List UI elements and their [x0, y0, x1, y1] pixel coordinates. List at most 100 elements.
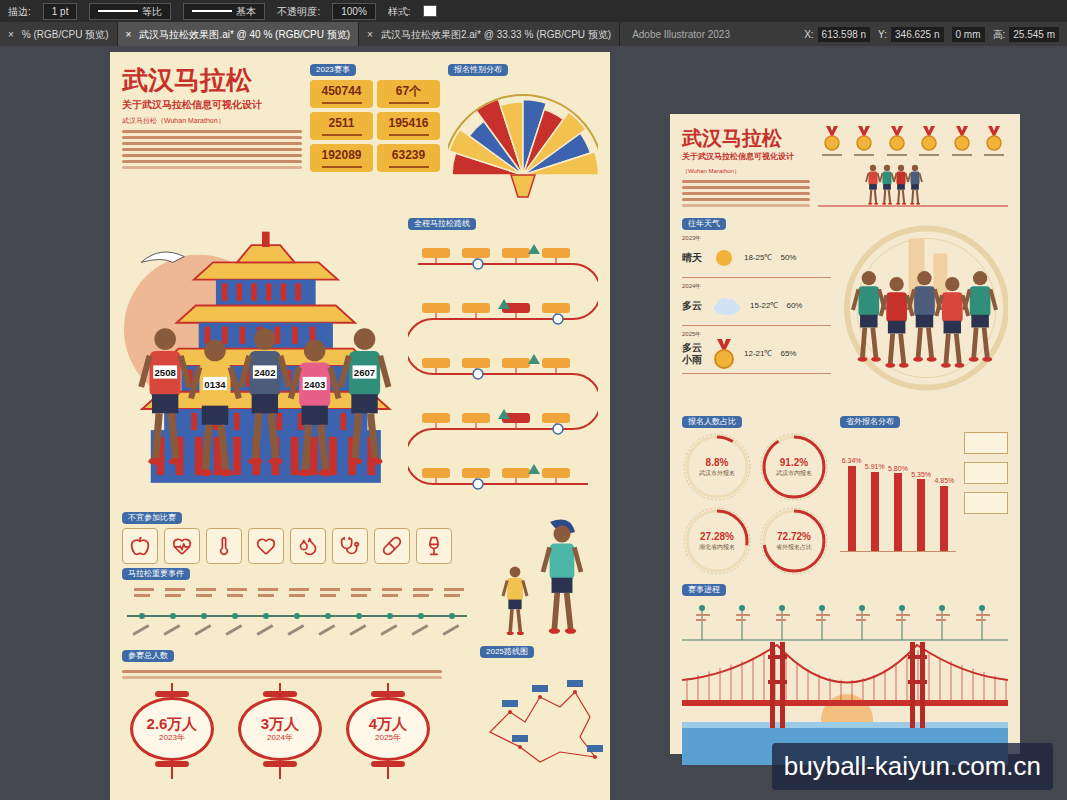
- profile-select[interactable]: 等比: [89, 3, 171, 20]
- medal-icon: [920, 126, 938, 152]
- paragraph-lines: [122, 130, 302, 169]
- condition-card: [164, 528, 200, 564]
- svg-text:2402: 2402: [254, 367, 275, 378]
- control-bar: 描边:1 pt等比基本不透明度:100%样式:: [0, 0, 1067, 22]
- apple-icon: [130, 536, 150, 556]
- total-heading: 参赛总人数: [122, 650, 174, 662]
- style-label: 样式:: [388, 4, 411, 19]
- weather-humidity: 65%: [780, 348, 796, 360]
- lantern-year: 2024年: [267, 733, 293, 743]
- lantern: 3万人2024年: [238, 683, 322, 779]
- wine-icon: [424, 536, 444, 556]
- route-heading: 全程马拉松路线: [408, 218, 476, 230]
- runner-figure: [909, 271, 941, 362]
- runner-figure: 2607: [341, 328, 389, 465]
- note-box: [964, 462, 1008, 484]
- lantern: 4万人2025年: [346, 683, 430, 779]
- sun-icon: [712, 246, 736, 270]
- coord-field[interactable]: 高:25.545 m: [993, 27, 1059, 42]
- svg-text:2403: 2403: [304, 379, 325, 390]
- droplets-icon: [298, 536, 318, 556]
- note-box: [964, 492, 1008, 514]
- heart-pulse-icon: [172, 536, 192, 556]
- poster-title: 武汉马拉松: [682, 126, 810, 151]
- heart-icon: [256, 536, 276, 556]
- bridge-illustration: [682, 600, 1008, 765]
- runner-figure: [543, 525, 581, 633]
- condition-card: [374, 528, 410, 564]
- family-runners-illustration: [480, 512, 600, 642]
- medal-icon: [823, 126, 841, 152]
- route-diagram: [408, 234, 598, 504]
- donut-label: 湖北省内报名: [699, 544, 735, 552]
- document-tab[interactable]: ×% (RGB/CPU 预览): [0, 22, 118, 46]
- opacity-field[interactable]: 100%: [332, 3, 376, 20]
- tower-runners-illustration: 25080134240224032607: [122, 218, 400, 508]
- weather-row: 2024年多云15-22℃60%: [682, 282, 831, 326]
- cloud-icon: [712, 295, 742, 317]
- lantern-value: 3万人: [261, 715, 299, 734]
- runner-figure: [881, 277, 913, 368]
- stroke-field[interactable]: 1 pt: [43, 3, 78, 20]
- stat-card: 450744: [310, 80, 373, 108]
- style-swatch[interactable]: [423, 5, 437, 17]
- weather-heading: 往年天气: [682, 218, 726, 230]
- pill-icon: [382, 536, 402, 556]
- tab-label: 武汉马拉松效果图.ai* @ 40 % (RGB/CPU 预览): [139, 27, 350, 42]
- artboard-right[interactable]: 武汉马拉松关于武汉马拉松信息可视化设计（Wuhan Marathon）往年天气2…: [670, 114, 1020, 754]
- tab-close[interactable]: ×: [126, 27, 132, 42]
- document-tab[interactable]: ×武汉马拉松效果图2.ai* @ 33.33 % (RGB/CPU 预览): [359, 22, 620, 46]
- donut-label: 武汉市内报名: [776, 470, 812, 478]
- runner-figure: [908, 165, 922, 205]
- donut-chart: 27.28%湖北省内报名: [682, 506, 752, 576]
- share-heading: 报名人数占比: [682, 416, 742, 428]
- coord-field[interactable]: 0 mm: [952, 27, 985, 42]
- weather-temp: 18-25℃: [744, 252, 772, 264]
- condition-card: [416, 528, 452, 564]
- poster-subtitle: 关于武汉马拉松信息可视化设计: [682, 151, 810, 163]
- medal-icon: [953, 126, 971, 152]
- stat-card: 2511: [310, 112, 373, 140]
- weather-condition: 晴天: [682, 252, 704, 265]
- fan-wedge: [523, 152, 598, 175]
- document-tab[interactable]: × 武汉马拉松效果图.ai* @ 40 % (RGB/CPU 预览): [118, 22, 360, 46]
- svg-text:0134: 0134: [204, 379, 226, 390]
- brush-select[interactable]: 基本: [183, 3, 265, 20]
- bar: 5.35%: [911, 471, 931, 551]
- events-heading: 马拉松重要事件: [122, 568, 190, 580]
- weather-row: 2025年多云小雨12-21℃65%: [682, 330, 831, 374]
- bar: 6.34%: [842, 457, 862, 551]
- stats-heading: 2023赛事: [310, 64, 356, 76]
- tab-close[interactable]: ×: [8, 27, 14, 42]
- weather-humidity: 50%: [780, 252, 796, 264]
- weather-temp: 15-22℃: [750, 300, 778, 312]
- runner-figure: [894, 165, 908, 205]
- weather-condition: 多云小雨: [682, 342, 704, 367]
- donut-label: 省外报名占比: [776, 544, 812, 552]
- runner-figure: [936, 277, 968, 368]
- donut-value: 91.2%: [780, 457, 808, 470]
- runner-figure: 2403: [291, 340, 339, 477]
- map-heading: 2025路线图: [480, 646, 534, 658]
- medal-runners-illustration: [818, 160, 1008, 210]
- lantern: 2.6万人2023年: [130, 683, 214, 779]
- coord-field[interactable]: X:613.598 n: [804, 27, 870, 42]
- stat-card: 195416: [377, 112, 440, 140]
- poster-title: 武汉马拉松: [122, 64, 302, 97]
- opacity-label: 不透明度:: [277, 4, 320, 19]
- route-map: [480, 662, 610, 772]
- tab-close[interactable]: ×: [367, 27, 373, 42]
- poster-subtitle: 关于武汉马拉松信息可视化设计: [122, 97, 302, 112]
- unfit-heading: 不宜参加比赛: [122, 512, 182, 524]
- artboard-left[interactable]: 武汉马拉松关于武汉马拉松信息可视化设计武汉马拉松（Wuhan Marathon）…: [110, 52, 610, 800]
- condition-card: [206, 528, 242, 564]
- transform-fields: X:613.598 n Y:346.625 n 0 mm 高:25.545 m: [804, 22, 1067, 46]
- runner-figure: [964, 271, 996, 362]
- paragraph-lines: [122, 670, 472, 679]
- fan-heading: 报名性别分布: [448, 64, 508, 76]
- coord-field[interactable]: Y:346.625 n: [878, 27, 943, 42]
- condition-card: [248, 528, 284, 564]
- fan-chart: [448, 80, 598, 200]
- canvas: 武汉马拉松关于武汉马拉松信息可视化设计武汉马拉松（Wuhan Marathon）…: [0, 46, 1067, 800]
- thermometer-icon: [214, 536, 234, 556]
